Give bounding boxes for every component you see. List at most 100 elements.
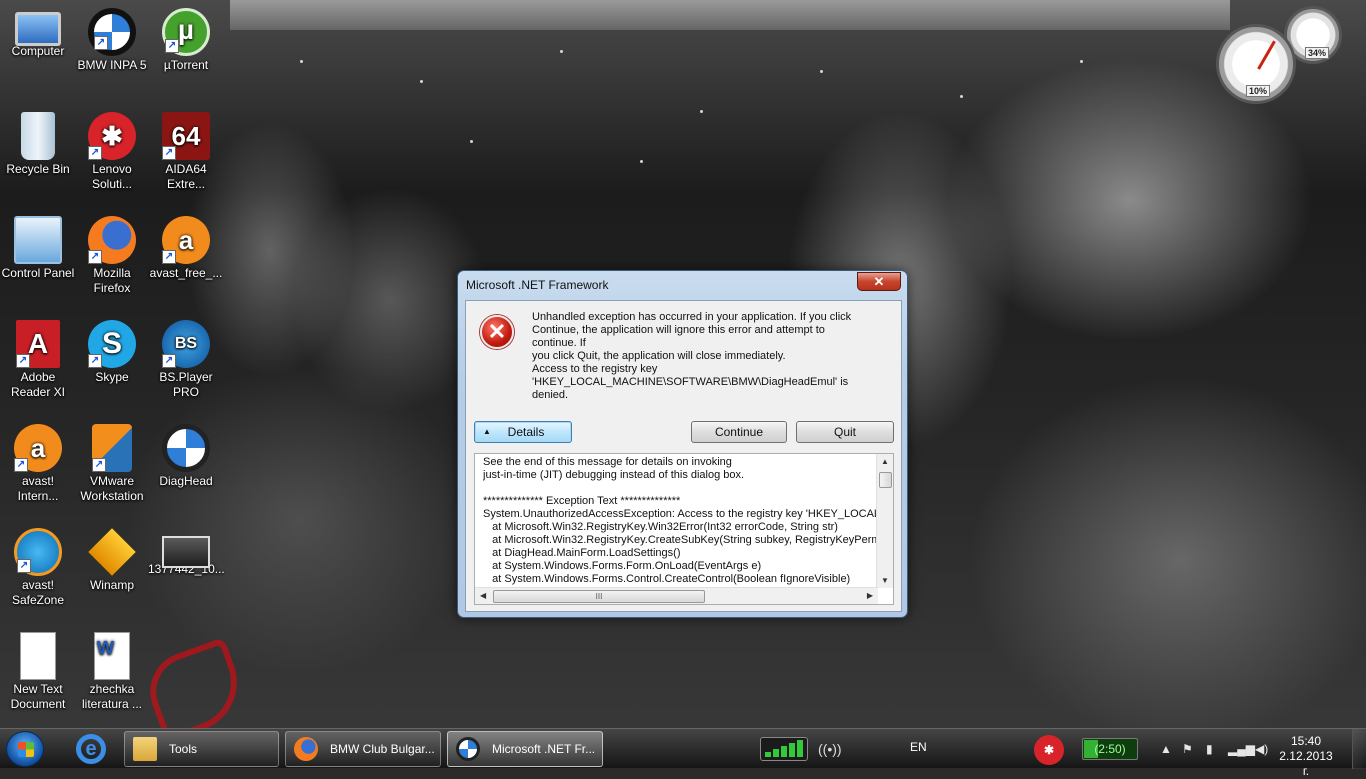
desktop-icon-label: BS.Player PRO <box>159 370 213 399</box>
taskbar-item-label: Microsoft .NET Fr... <box>492 742 596 756</box>
scroll-up-icon[interactable]: ▲ <box>881 457 889 466</box>
wallpaper-light <box>1080 60 1083 63</box>
error-message: Unhandled exception has occurred in your… <box>532 311 872 363</box>
windows-logo-icon <box>18 742 34 757</box>
desktop-icon-label: zhechka literatura ... <box>81 682 143 711</box>
dialog-title: Microsoft .NET Framework <box>466 278 609 292</box>
lenovo-tray-icon[interactable]: ✱ <box>1034 735 1064 765</box>
desktop-icon-label: Recycle Bin <box>6 162 70 176</box>
error-detail: Access to the registry key 'HKEY_LOCAL_M… <box>532 363 872 402</box>
shortcut-arrow-icon: ↗ <box>14 458 28 472</box>
desktop-icon-bsplayer[interactable]: BS ↗ BS.Player PRO <box>148 320 224 400</box>
error-message-line: you click Quit, the application will clo… <box>532 350 786 362</box>
clock-time: 15:40 <box>1290 734 1322 748</box>
wallpaper-light <box>820 70 823 73</box>
continue-button[interactable]: Continue <box>691 421 787 443</box>
computer-icon <box>15 12 61 46</box>
shortcut-arrow-icon: ↗ <box>94 36 108 50</box>
taskbar-item-dotnet-dialog[interactable]: Microsoft .NET Fr... <box>447 731 603 767</box>
wireless-tower-icon[interactable]: ((•)) <box>818 741 842 757</box>
signal-bar <box>765 752 771 757</box>
vertical-scrollbar[interactable]: ▲ ▼ <box>876 454 893 588</box>
signal-strength-widget[interactable] <box>760 737 808 761</box>
exception-details-textbox[interactable]: See the end of this message for details … <box>474 453 894 605</box>
desktop-icon-mozilla-firefox[interactable]: ↗ Mozilla Firefox <box>74 216 150 296</box>
desktop-icon-lenovo-solutions[interactable]: ✱ ↗ Lenovo Soluti... <box>74 112 150 192</box>
scroll-down-icon[interactable]: ▼ <box>881 576 889 585</box>
shortcut-arrow-icon: ↗ <box>88 354 102 368</box>
desktop-icon-avast-free[interactable]: a ↗ avast_free_... <box>148 216 224 281</box>
aida64-icon: 64 ↗ <box>162 112 210 160</box>
desktop-icon-label: DiagHead <box>159 474 213 488</box>
shortcut-arrow-icon: ↗ <box>165 39 179 53</box>
desktop-icon-new-text-document[interactable]: New Text Document <box>0 632 76 712</box>
taskbar-item-firefox[interactable]: BMW Club Bulgar... <box>285 731 441 767</box>
horizontal-scrollbar[interactable]: ◀ III ▶ <box>475 587 878 604</box>
desktop-icon-avast-safezone[interactable]: ↗ avast! SafeZone <box>0 528 76 608</box>
desktop-icon-computer[interactable]: Computer <box>0 8 76 59</box>
avast-installer-icon: a ↗ <box>162 216 210 264</box>
exception-details-text: See the end of this message for details … <box>483 456 879 585</box>
shortcut-arrow-icon: ↗ <box>162 146 176 160</box>
battery-icon[interactable]: ▮ <box>1206 742 1213 756</box>
diaghead-icon <box>162 424 210 472</box>
network-signal-icon[interactable]: ▂▄▆ <box>1228 742 1255 756</box>
taskbar-item-tools[interactable]: Tools <box>124 731 279 767</box>
scroll-left-icon[interactable]: ◀ <box>480 591 486 600</box>
volume-icon[interactable]: ◀) <box>1255 742 1268 756</box>
desktop-icon-aida64[interactable]: 64 ↗ AIDA64 Extre... <box>148 112 224 192</box>
show-hidden-icons-icon[interactable]: ▲ <box>1160 742 1172 756</box>
desktop-icon-label: avast! SafeZone <box>11 578 65 607</box>
desktop-icon-utorrent[interactable]: µ ↗ µTorrent <box>148 8 224 73</box>
desktop-icon-avast-internet[interactable]: a ↗ avast! Intern... <box>0 424 76 504</box>
taskbar-pinned-internet-explorer[interactable]: e <box>62 732 118 766</box>
internet-explorer-icon: e <box>76 734 106 764</box>
text-document-icon <box>20 632 56 680</box>
taskbar: e Tools BMW Club Bulgar... Microsoft .NE… <box>0 728 1366 778</box>
firefox-icon: ↗ <box>88 216 136 264</box>
desktop-icon-diaghead[interactable]: DiagHead <box>148 424 224 489</box>
action-center-flag-icon[interactable]: ⚑ <box>1182 742 1193 756</box>
language-indicator[interactable]: EN <box>910 740 927 754</box>
desktop-icon-label: Adobe Reader XI <box>10 370 66 399</box>
lenovo-solutions-icon: ✱ ↗ <box>88 112 136 160</box>
word-document-icon <box>94 632 130 680</box>
dotnet-exception-dialog[interactable]: Microsoft .NET Framework ✕ ✕ Unhandled e… <box>457 270 908 618</box>
signal-bar <box>773 749 779 757</box>
error-message-line: Continue, the application will ignore th… <box>532 324 825 349</box>
desktop-icon-vmware[interactable]: ↗ VMware Workstation <box>74 424 150 504</box>
shortcut-arrow-icon: ↗ <box>17 559 31 573</box>
recycle-bin-icon <box>21 112 55 160</box>
taskbar-item-label: Tools <box>169 742 198 756</box>
shortcut-arrow-icon: ↗ <box>162 250 176 264</box>
desktop-icon-bmw-inpa[interactable]: ↗ BMW INPA 5 <box>74 8 150 73</box>
desktop-icon-label: Computer <box>11 44 65 58</box>
firefox-icon <box>294 737 318 761</box>
desktop-icon-adobe-reader[interactable]: A ↗ Adobe Reader XI <box>0 320 76 400</box>
wallpaper-light <box>300 60 303 63</box>
taskbar-clock[interactable]: 15:40 2.12.2013 г. <box>1276 734 1336 779</box>
scroll-right-icon[interactable]: ▶ <box>867 591 873 600</box>
desktop-icon-skype[interactable]: S ↗ Skype <box>74 320 150 385</box>
desktop-icon-winamp[interactable]: Winamp <box>74 528 150 593</box>
battery-time-widget[interactable]: (2:50) <box>1082 738 1138 760</box>
shortcut-arrow-icon: ↗ <box>162 354 176 368</box>
desktop-icon-word-document[interactable]: zhechka literatura ... <box>74 632 150 712</box>
desktop-icon-recycle-bin[interactable]: Recycle Bin <box>0 112 76 177</box>
signal-bar <box>781 746 787 757</box>
start-button[interactable] <box>6 731 44 767</box>
desktop-icon-label: Winamp <box>89 578 134 592</box>
quit-button[interactable]: Quit <box>796 421 894 443</box>
horizontal-scroll-thumb[interactable]: III <box>493 590 705 603</box>
desktop-icon-photo[interactable]: 1377442_10... <box>148 528 225 577</box>
dialog-body: ✕ Unhandled exception has occurred in yo… <box>465 300 902 612</box>
cpu-value: 10% <box>1246 85 1271 97</box>
cpu-meter-gadget[interactable]: 34% 10% <box>1216 6 1366 106</box>
show-desktop-button[interactable] <box>1352 729 1366 769</box>
shortcut-arrow-icon: ↗ <box>88 146 102 160</box>
desktop-icon-control-panel[interactable]: Control Panel <box>0 216 76 281</box>
desktop-icon-label: AIDA64 Extre... <box>165 162 207 191</box>
close-button[interactable]: ✕ <box>857 272 901 291</box>
vertical-scroll-thumb[interactable] <box>879 472 892 488</box>
details-button[interactable]: ▲ Details <box>474 421 572 443</box>
